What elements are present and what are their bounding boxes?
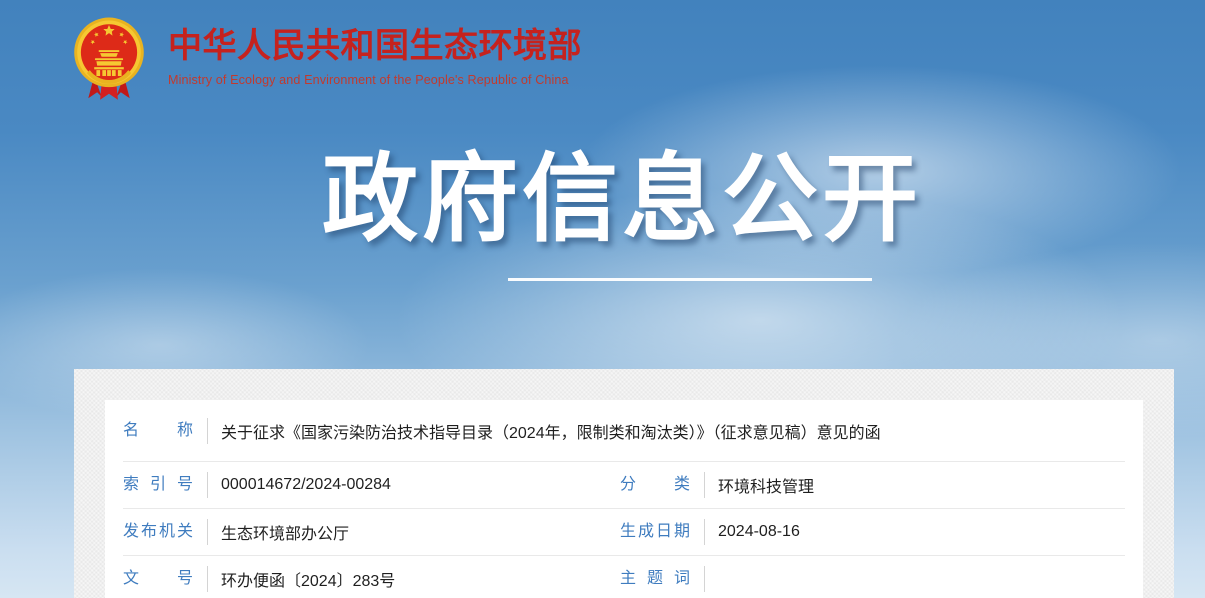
issuing-agency-label: 发布机关 — [123, 522, 193, 541]
cell-index-no: 索引号 000014672/2024-00284 — [105, 472, 620, 498]
table-row-agency: 发布机关 生态环境部办公厅 生成日期 2024-08-16 — [105, 509, 1143, 555]
title-underline-divider — [508, 278, 872, 281]
cell-category: 分类 环境科技管理 — [620, 472, 1143, 498]
site-logo[interactable]: 中华人民共和国生态环境部 Ministry of Ecology and Env… — [72, 15, 582, 108]
index-no-value: 000014672/2024-00284 — [221, 476, 391, 494]
cell-doc-no: 文号 环办便函〔2024〕283号 — [105, 566, 620, 592]
china-national-emblem-icon — [72, 15, 146, 108]
name-value: 关于征求《国家污染防治技术指导目录（2024年，限制类和淘汰类）》（征求意见稿）… — [221, 419, 881, 443]
cell-name: 名称 关于征求《国家污染防治技术指导目录（2024年，限制类和淘汰类）》（征求意… — [105, 418, 1143, 444]
doc-no-label: 文号 — [123, 569, 193, 588]
cell-subject-words: 主题词 — [620, 566, 1143, 592]
site-titles: 中华人民共和国生态环境部 Ministry of Ecology and Env… — [168, 15, 582, 87]
vertical-divider — [704, 566, 705, 592]
vertical-divider — [207, 519, 208, 545]
info-panel: 名称 关于征求《国家污染防治技术指导目录（2024年，限制类和淘汰类）》（征求意… — [74, 369, 1174, 598]
vertical-divider — [207, 472, 208, 498]
vertical-divider — [207, 566, 208, 592]
vertical-divider — [704, 519, 705, 545]
table-row-docno: 文号 环办便函〔2024〕283号 主题词 — [105, 556, 1143, 598]
name-label: 名称 — [123, 421, 193, 440]
generated-date-label: 生成日期 — [620, 522, 690, 541]
ministry-name-zh: 中华人民共和国生态环境部 — [168, 29, 582, 65]
category-value: 环境科技管理 — [718, 473, 814, 497]
issuing-agency-value: 生态环境部办公厅 — [221, 520, 349, 544]
generated-date-value: 2024-08-16 — [718, 523, 800, 541]
index-no-label: 索引号 — [123, 475, 193, 494]
subject-words-label: 主题词 — [620, 569, 690, 588]
page-background: 中华人民共和国生态环境部 Ministry of Ecology and Env… — [0, 0, 1205, 598]
table-row-name: 名称 关于征求《国家污染防治技术指导目录（2024年，限制类和淘汰类）》（征求意… — [105, 400, 1143, 461]
cell-generated-date: 生成日期 2024-08-16 — [620, 519, 1143, 545]
doc-no-value: 环办便函〔2024〕283号 — [221, 567, 395, 591]
page-title: 政府信息公开 — [322, 150, 922, 251]
table-row-index: 索引号 000014672/2024-00284 分类 环境科技管理 — [105, 462, 1143, 508]
cell-issuing-agency: 发布机关 生态环境部办公厅 — [105, 519, 620, 545]
vertical-divider — [207, 418, 208, 444]
category-label: 分类 — [620, 475, 690, 494]
document-info-card: 名称 关于征求《国家污染防治技术指导目录（2024年，限制类和淘汰类）》（征求意… — [105, 400, 1143, 598]
vertical-divider — [704, 472, 705, 498]
ministry-name-en: Ministry of Ecology and Environment of t… — [168, 73, 582, 87]
